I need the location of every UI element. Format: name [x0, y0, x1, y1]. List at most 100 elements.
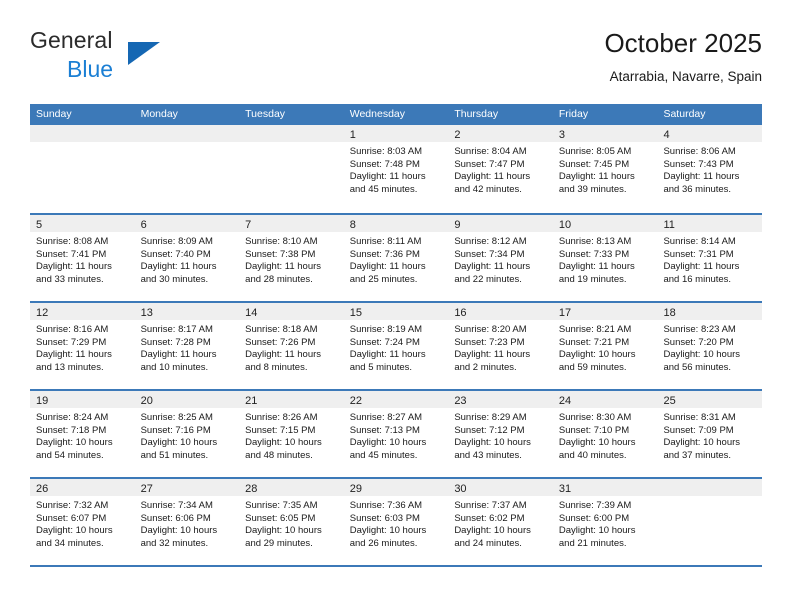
calendar-day-cell[interactable]: 6 Sunrise: 8:09 AM Sunset: 7:40 PM Daylight…: [134, 215, 240, 301]
calendar-day-cell[interactable]: 9 Sunrise: 8:12 AM Sunset: 7:34 PM Daylight…: [448, 215, 553, 301]
day-number: 6: [140, 219, 147, 231]
sunrise-text: Sunrise: 8:04 AM: [454, 146, 527, 157]
daylight-text: Daylight: 11 hours and 13 minutes.: [36, 349, 112, 373]
daylight-text: Daylight: 11 hours and 2 minutes.: [454, 349, 531, 373]
sunrise-text: Sunrise: 8:24 AM: [36, 412, 109, 423]
calendar-day-cell[interactable]: 2 Sunrise: 8:04 AM Sunset: 7:47 PM Daylight…: [448, 125, 553, 213]
day-number: 1: [349, 129, 356, 141]
day-number: 25: [663, 395, 676, 407]
daylight-text: Daylight: 11 hours and 45 minutes.: [349, 171, 426, 195]
calendar-day-cell[interactable]: 20 Sunrise: 8:25 AM Sunset: 7:16 PM Dayligh…: [134, 391, 240, 477]
calendar-day-cell[interactable]: 21 Sunrise: 8:26 AM Sunset: 7:15 PM Dayligh…: [239, 391, 344, 477]
sunrise-text: Sunrise: 8:19 AM: [349, 324, 423, 335]
calendar-week-row: 26 Sunrise: 7:32 AM Sunset: 6:07 PM Dayligh…: [30, 477, 763, 565]
calendar-day-cell[interactable]: 16 Sunrise: 8:20 AM Sunset: 7:23 PM Dayligh…: [448, 303, 553, 389]
sunrise-text: Sunrise: 8:23 AM: [663, 324, 736, 335]
calendar-day-cell[interactable]: 4 Sunrise: 8:06 AM Sunset: 7:43 PM Daylight…: [657, 125, 763, 213]
sunrise-text: Sunrise: 8:09 AM: [140, 236, 213, 247]
calendar-day-cell[interactable]: 12 Sunrise: 8:16 AM Sunset: 7:29 PM Dayligh…: [30, 303, 135, 389]
daylight-text: Daylight: 10 hours and 32 minutes.: [140, 525, 218, 549]
day-number-band: 4: [657, 125, 763, 142]
calendar-day-cell-empty: [239, 125, 344, 213]
calendar-day-cell[interactable]: 28 Sunrise: 7:35 AM Sunset: 6:05 PM Dayligh…: [239, 479, 344, 565]
day-number: 15: [349, 307, 362, 319]
daylight-text: Daylight: 11 hours and 28 minutes.: [245, 261, 322, 285]
day-number-band: 31: [552, 479, 658, 496]
calendar-day-cell[interactable]: 10 Sunrise: 8:13 AM Sunset: 7:33 PM Dayligh…: [552, 215, 658, 301]
day-number: 26: [36, 483, 49, 495]
weekday-header-tuesday: Tuesday: [245, 108, 286, 120]
sunset-text: Sunset: 7:38 PM: [245, 248, 316, 260]
calendar-day-cell[interactable]: 13 Sunrise: 8:17 AM Sunset: 7:28 PM Dayligh…: [134, 303, 240, 389]
day-number-band: 5: [30, 215, 135, 232]
calendar-day-cell[interactable]: 15 Sunrise: 8:19 AM Sunset: 7:24 PM Dayligh…: [343, 303, 449, 389]
calendar-day-cell[interactable]: 18 Sunrise: 8:23 AM Sunset: 7:20 PM Dayligh…: [657, 303, 763, 389]
day-number: 13: [140, 307, 153, 319]
sunrise-text: Sunrise: 8:27 AM: [349, 412, 423, 423]
calendar-day-cell[interactable]: 31 Sunrise: 7:39 AM Sunset: 6:00 PM Dayligh…: [552, 479, 658, 565]
day-number: 11: [663, 219, 675, 231]
day-number-band: 20: [134, 391, 240, 408]
day-number: 18: [663, 307, 676, 319]
day-number: 17: [558, 307, 572, 319]
sunset-text: Sunset: 7:28 PM: [140, 336, 211, 348]
daylight-text: Daylight: 10 hours and 26 minutes.: [349, 525, 427, 549]
calendar-day-cell[interactable]: 8 Sunrise: 8:11 AM Sunset: 7:36 PM Daylight…: [343, 215, 449, 301]
day-cell-body: Sunrise: 8:03 AM Sunset: 7:48 PM Daylight:…: [344, 142, 449, 196]
day-cell-body: Sunrise: 8:17 AM Sunset: 7:28 PM Daylight:…: [135, 320, 240, 374]
day-number: 10: [558, 219, 572, 231]
sunset-text: Sunset: 7:23 PM: [454, 336, 525, 348]
sunset-text: Sunset: 7:36 PM: [349, 248, 420, 260]
daylight-text: Daylight: 11 hours and 22 minutes.: [454, 261, 531, 285]
calendar-day-cell[interactable]: 22 Sunrise: 8:27 AM Sunset: 7:13 PM Dayligh…: [343, 391, 449, 477]
day-cell-body: Sunrise: 7:35 AM Sunset: 6:05 PM Daylight:…: [239, 496, 344, 550]
weekday-header-monday: Monday: [140, 108, 178, 120]
sunset-text: Sunset: 7:09 PM: [663, 424, 734, 436]
calendar-day-cell[interactable]: 23 Sunrise: 8:29 AM Sunset: 7:12 PM Dayligh…: [448, 391, 553, 477]
sunset-text: Sunset: 7:20 PM: [663, 336, 734, 348]
calendar-day-cell[interactable]: 5 Sunrise: 8:08 AM Sunset: 7:41 PM Daylight…: [30, 215, 135, 301]
calendar-day-cell[interactable]: 14 Sunrise: 8:18 AM Sunset: 7:26 PM Dayligh…: [239, 303, 344, 389]
daylight-text: Daylight: 10 hours and 45 minutes.: [349, 437, 427, 461]
day-cell-body: Sunrise: 8:19 AM Sunset: 7:24 PM Daylight:…: [344, 320, 449, 374]
calendar-day-cell[interactable]: 19 Sunrise: 8:24 AM Sunset: 7:18 PM Dayligh…: [30, 391, 135, 477]
calendar-day-cell[interactable]: 24 Sunrise: 8:30 AM Sunset: 7:10 PM Dayligh…: [552, 391, 658, 477]
brand-logo[interactable]: General Blue: [30, 26, 270, 90]
daylight-text: Daylight: 10 hours and 43 minutes.: [454, 437, 531, 461]
calendar-day-cell[interactable]: 27 Sunrise: 7:34 AM Sunset: 6:06 PM Dayligh…: [134, 479, 240, 565]
day-cell-body: Sunrise: 8:10 AM Sunset: 7:38 PM Daylight:…: [239, 232, 344, 286]
sunset-text: Sunset: 7:18 PM: [36, 424, 107, 436]
calendar-day-cell[interactable]: 29 Sunrise: 7:36 AM Sunset: 6:03 PM Dayligh…: [343, 479, 449, 565]
calendar-day-cell[interactable]: 11 Sunrise: 8:14 AM Sunset: 7:31 PM Dayligh…: [657, 215, 763, 301]
daylight-text: Daylight: 11 hours and 5 minutes.: [349, 349, 426, 373]
sunrise-text: Sunrise: 8:18 AM: [245, 324, 318, 335]
day-number-band: [657, 479, 763, 496]
daylight-text: Daylight: 10 hours and 48 minutes.: [245, 437, 322, 461]
day-cell-body: Sunrise: 8:23 AM Sunset: 7:20 PM Daylight:…: [657, 320, 762, 374]
calendar-day-cell[interactable]: 26 Sunrise: 7:32 AM Sunset: 6:07 PM Dayligh…: [30, 479, 135, 565]
sunrise-text: Sunrise: 7:37 AM: [454, 500, 527, 511]
day-number-band: 22: [343, 391, 449, 408]
day-number-band: [30, 125, 135, 142]
sunset-text: Sunset: 7:12 PM: [454, 424, 525, 436]
day-cell-body: Sunrise: 8:04 AM Sunset: 7:47 PM Daylight:…: [448, 142, 553, 196]
day-number: 9: [454, 219, 461, 231]
day-cell-body: Sunrise: 8:25 AM Sunset: 7:16 PM Daylight:…: [135, 408, 240, 462]
day-number: 29: [349, 483, 362, 495]
calendar-day-cell-empty: [657, 479, 763, 565]
day-number: 23: [454, 395, 467, 407]
calendar-day-cell[interactable]: 7 Sunrise: 8:10 AM Sunset: 7:38 PM Daylight…: [239, 215, 344, 301]
day-number-band: 8: [343, 215, 449, 232]
calendar-day-cell[interactable]: 1 Sunrise: 8:03 AM Sunset: 7:48 PM Daylight…: [343, 125, 449, 213]
day-number: 31: [558, 483, 572, 495]
sunrise-text: Sunrise: 8:31 AM: [663, 412, 736, 423]
sunset-text: Sunset: 6:06 PM: [140, 512, 211, 524]
daylight-text: Daylight: 10 hours and 59 minutes.: [558, 349, 636, 373]
calendar-day-cell[interactable]: 17 Sunrise: 8:21 AM Sunset: 7:21 PM Dayligh…: [552, 303, 658, 389]
calendar-day-cell[interactable]: 25 Sunrise: 8:31 AM Sunset: 7:09 PM Dayligh…: [657, 391, 763, 477]
sunset-text: Sunset: 6:02 PM: [454, 512, 525, 524]
day-number-band: 17: [552, 303, 658, 320]
calendar-day-cell[interactable]: 30 Sunrise: 7:37 AM Sunset: 6:02 PM Dayligh…: [448, 479, 553, 565]
sunrise-text: Sunrise: 8:08 AM: [36, 236, 109, 247]
calendar-day-cell[interactable]: 3 Sunrise: 8:05 AM Sunset: 7:45 PM Daylight…: [552, 125, 658, 213]
